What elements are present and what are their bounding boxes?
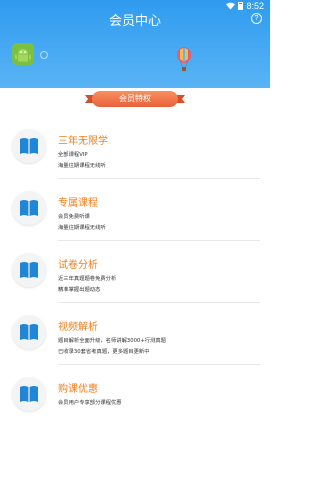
avatar[interactable]	[12, 43, 34, 65]
help-icon[interactable]: ?	[251, 13, 262, 24]
book-icon	[12, 377, 46, 411]
wifi-icon	[226, 2, 236, 10]
feature-desc: 会员免费听课	[58, 214, 90, 220]
feature-title: 视频解析	[58, 322, 98, 333]
feature-unlimited-study[interactable]: 三年无限学 全部课程VIP 海量往期课程无线听	[0, 114, 270, 176]
feature-desc: 近三年真题题卷免费分析	[58, 276, 117, 282]
feature-desc: 会员用户专享部分课程优惠	[58, 400, 122, 406]
feature-exam-analysis[interactable]: 试卷分析 近三年真题题卷免费分析 精准掌握出题动态	[0, 238, 270, 300]
feature-desc: 已收录30套省考真题，更多题目更新中	[58, 349, 150, 355]
android-avatar-icon	[12, 43, 34, 65]
feature-desc: 题目解析全面升级，名师讲解3000+行测真题	[58, 338, 166, 344]
book-icon	[12, 191, 46, 225]
feature-title: 专属课程	[58, 198, 98, 209]
level-badge-icon	[40, 51, 48, 59]
feature-exclusive-courses[interactable]: 专属课程 会员免费听课 海量往期课程无线听	[0, 176, 270, 238]
battery-icon	[238, 2, 244, 10]
header-banner: 8:52 会员中心 ?	[0, 0, 270, 88]
feature-desc: 海量往期课程无线听	[58, 225, 106, 231]
book-icon	[12, 253, 46, 287]
book-icon	[12, 315, 46, 349]
page-title: 会员中心	[108, 14, 161, 29]
feature-title: 三年无限学	[58, 136, 108, 147]
hot-air-balloon-icon	[177, 47, 191, 71]
feature-desc: 海量往期课程无线听	[58, 163, 106, 169]
feature-desc: 全部课程VIP	[58, 152, 88, 158]
vip-privileges-badge: 会员特权	[92, 91, 178, 107]
feature-title: 试卷分析	[58, 260, 98, 271]
feature-video-analysis[interactable]: 视频解析 题目解析全面升级，名师讲解3000+行测真题 已收录30套省考真题，更…	[0, 300, 270, 362]
feature-desc: 精准掌握出题动态	[58, 287, 101, 293]
book-icon	[12, 129, 46, 163]
feature-title: 购课优惠	[58, 384, 98, 395]
feature-course-discount[interactable]: 购课优惠 会员用户专享部分课程优惠	[0, 362, 270, 424]
